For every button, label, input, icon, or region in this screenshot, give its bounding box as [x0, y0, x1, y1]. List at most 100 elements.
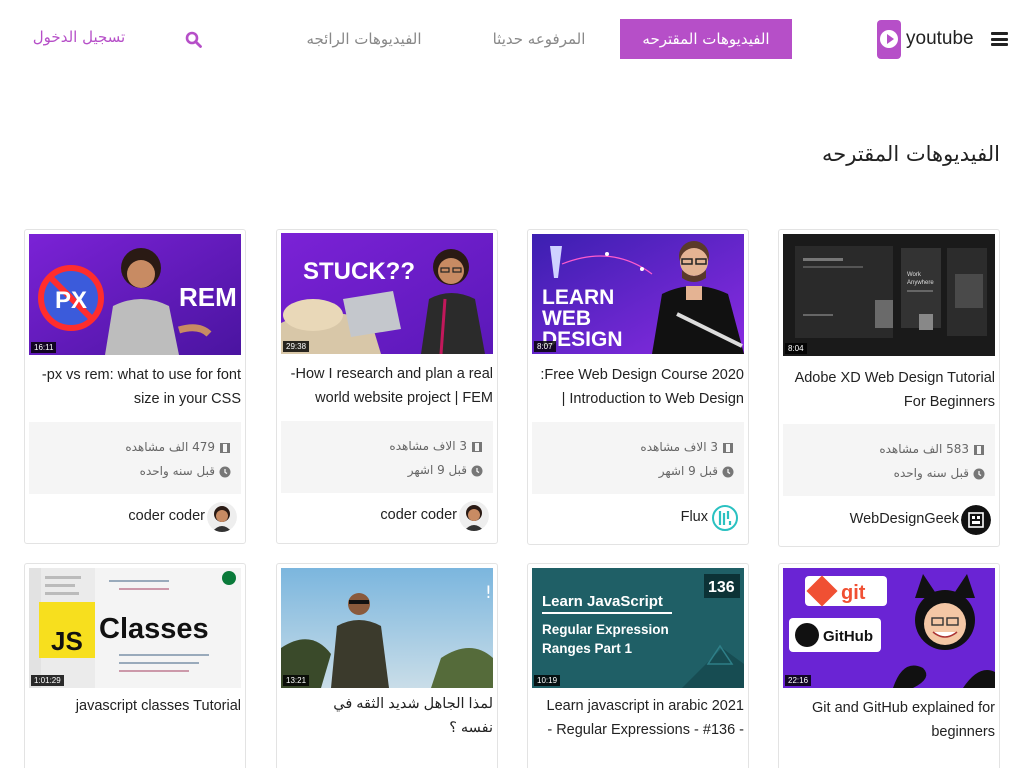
search-icon[interactable] [185, 31, 203, 49]
video-card[interactable]: JS Classes 1:01:29 javascript classes Tu… [24, 563, 246, 768]
upload-date: قبل 9 اشهر [407, 463, 467, 477]
thumbnail-text: REM [179, 282, 237, 312]
channel-avatar[interactable] [459, 501, 489, 531]
thumbnail-text: Ranges Part 1 [542, 641, 633, 656]
video-title-line: For Beginners [903, 394, 995, 410]
menu-icon[interactable] [991, 32, 1008, 46]
video-title[interactable]: Learn javascript in arabic 2021 - #136 -… [532, 694, 744, 742]
upload-date: قبل سنه واحده [893, 466, 969, 480]
channel-name[interactable]: coder coder [380, 507, 457, 523]
video-title-line: size in your CSS [133, 391, 241, 407]
film-icon [220, 443, 230, 453]
svg-text:Work: Work [907, 272, 922, 278]
views-count: 3 الاف مشاهده [640, 440, 718, 454]
video-title[interactable]: How I research and plan a real- world we… [281, 362, 493, 410]
thumbnail-image: Learn JavaScript Regular Expression Rang… [532, 568, 744, 688]
video-meta: 3 الاف مشاهده قبل 9 اشهر [281, 421, 493, 493]
views-count: 583 الف مشاهده [879, 442, 969, 456]
video-thumbnail[interactable]: JS Classes 1:01:29 [29, 568, 241, 688]
video-meta: 479 الف مشاهده قبل سنه واحده [29, 422, 241, 494]
duration-badge: 8:04 [785, 343, 807, 354]
video-title-line: لمذا الجاهل شديد الثقه في [333, 696, 493, 712]
film-icon [472, 442, 482, 452]
channel-avatar[interactable] [710, 503, 740, 533]
video-title-line: Git and GitHub explained for [812, 700, 995, 716]
nav-suggested-videos[interactable]: الفيديوهات المقترحه [620, 19, 792, 59]
channel-name[interactable]: Flux [681, 509, 708, 525]
thumbnail-text: PX [55, 287, 87, 314]
video-card[interactable]: PX REM 16:11 px vs rem: what to use for … [24, 229, 246, 544]
top-navbar: youtube الفيديوهات المقترحه المرفوعه حدي… [0, 0, 1024, 80]
video-meta: 583 الف مشاهده قبل سنه واحده [783, 424, 995, 496]
thumbnail-text: Regular Expression [542, 622, 669, 637]
views-count: 479 الف مشاهده [125, 440, 215, 454]
video-title-line: px vs rem: what to use for font- [41, 367, 241, 383]
thumbnail-image: PX REM [29, 234, 241, 355]
video-title[interactable]: Free Web Design Course 2020: Introductio… [532, 363, 744, 411]
channel-info[interactable]: WebDesignGeek [783, 500, 995, 540]
nav-trending-videos[interactable]: الفيديوهات الرائجه [283, 19, 445, 59]
video-thumbnail[interactable]: Work Anywhere 8:04 [783, 234, 995, 356]
video-title[interactable]: javascript classes Tutorial [29, 694, 241, 718]
video-title-line: How I research and plan a real- [290, 366, 493, 382]
logo[interactable]: youtube [877, 19, 974, 59]
video-thumbnail[interactable]: إنت عارف حاجة أصلا ؟! 13:21 [281, 568, 493, 688]
video-thumbnail[interactable]: PX REM 16:11 [29, 234, 241, 355]
channel-info[interactable]: coder coder [281, 496, 493, 536]
video-title-line: نفسه ؟ [449, 720, 493, 736]
login-link[interactable]: تسجيل الدخول [22, 28, 136, 46]
thumbnail-text: STUCK?? [303, 258, 415, 285]
video-card[interactable]: Learn JavaScript Regular Expression Rang… [527, 563, 749, 768]
thumbnail-image: Work Anywhere [783, 234, 995, 356]
clock-icon [973, 468, 985, 480]
film-icon [723, 443, 733, 453]
thumbnail-image: LEARN WEB DESIGN [532, 234, 744, 354]
thumbnail-image: STUCK?? [281, 233, 493, 354]
views-count: 3 الاف مشاهده [389, 439, 467, 453]
duration-badge: 22:16 [785, 675, 812, 686]
channel-name[interactable]: WebDesignGeek [850, 511, 959, 527]
channel-info[interactable]: coder coder [29, 497, 241, 537]
duration-badge: 16:11 [31, 342, 57, 353]
video-thumbnail[interactable]: LEARN WEB DESIGN 8:07 [532, 234, 744, 354]
upload-date: قبل 9 اشهر [658, 464, 718, 478]
thumbnail-text: Learn JavaScript [542, 593, 663, 610]
video-title[interactable]: لمذا الجاهل شديد الثقه في نفسه ؟ [281, 692, 493, 740]
thumbnail-image: إنت عارف حاجة أصلا ؟! [281, 568, 493, 688]
video-title-line: javascript classes Tutorial [75, 698, 241, 714]
duration-badge: 8:07 [534, 341, 556, 352]
channel-info[interactable]: Flux [532, 498, 744, 538]
video-title[interactable]: Adobe XD Web Design Tutorial For Beginne… [783, 366, 995, 414]
video-card[interactable]: LEARN WEB DESIGN 8:07 Free Web Design Co… [527, 229, 749, 545]
upload-date: قبل سنه واحده [139, 464, 215, 478]
thumbnail-text: LEARN [542, 286, 614, 309]
thumbnail-text: Classes [99, 613, 209, 645]
thumbnail-text: git [841, 582, 866, 604]
thumbnail-image: git GitHub [783, 568, 995, 688]
thumbnail-image: JS Classes [29, 568, 241, 688]
channel-avatar[interactable] [207, 502, 237, 532]
video-card[interactable]: STUCK?? 29:38 How I research and plan a … [276, 229, 498, 544]
video-title[interactable]: px vs rem: what to use for font- size in… [29, 363, 241, 411]
nav-recently-uploaded[interactable]: المرفوعه حديثا [470, 19, 608, 59]
film-icon [974, 445, 984, 455]
channel-name[interactable]: coder coder [128, 508, 205, 524]
thumbnail-text: 136 [708, 579, 735, 596]
clock-icon [471, 465, 483, 477]
duration-badge: 29:38 [283, 341, 310, 352]
video-meta: 3 الاف مشاهده قبل 9 اشهر [532, 422, 744, 494]
video-title-line: Introduction to Web Design | [561, 391, 744, 407]
section-title: الفيديوهات المقترحه [822, 142, 1000, 166]
video-thumbnail[interactable]: STUCK?? 29:38 [281, 233, 493, 354]
video-title[interactable]: Git and GitHub explained for beginners [783, 696, 995, 744]
video-card[interactable]: git GitHub 22:16 Git and GitHub explaine… [778, 563, 1000, 768]
thumbnail-text: GitHub [823, 628, 873, 645]
video-title-line: - #136 - Regular Expressions - [547, 722, 744, 738]
video-thumbnail[interactable]: git GitHub 22:16 [783, 568, 995, 688]
video-card[interactable]: إنت عارف حاجة أصلا ؟! 13:21 لمذا الجاهل … [276, 563, 498, 768]
video-card[interactable]: Work Anywhere 8:04 Adobe XD Web Design T… [778, 229, 1000, 547]
video-title-line: Free Web Design Course 2020: [540, 367, 744, 383]
channel-avatar[interactable] [961, 505, 991, 535]
video-title-line: Learn javascript in arabic 2021 [546, 698, 744, 714]
video-thumbnail[interactable]: Learn JavaScript Regular Expression Rang… [532, 568, 744, 688]
